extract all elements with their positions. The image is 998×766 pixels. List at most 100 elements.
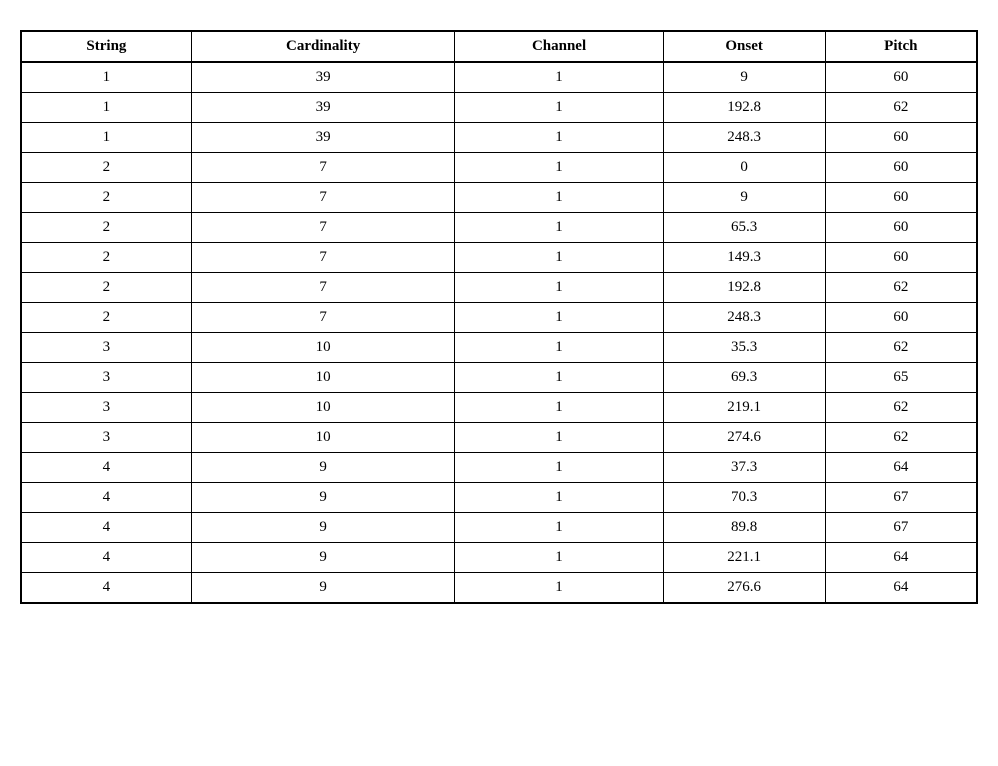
table-row: 3101219.162 [21, 393, 977, 423]
col-header-string: String [21, 31, 191, 62]
table-cell: 7 [191, 273, 455, 303]
table-cell: 3 [21, 333, 191, 363]
table-cell: 62 [825, 93, 977, 123]
table-cell: 1 [455, 153, 663, 183]
table-cell: 39 [191, 123, 455, 153]
table-cell: 10 [191, 393, 455, 423]
table-cell: 65 [825, 363, 977, 393]
table-cell: 9 [191, 483, 455, 513]
table-cell: 1 [455, 573, 663, 604]
table-cell: 4 [21, 543, 191, 573]
table-cell: 4 [21, 483, 191, 513]
table-cell: 1 [455, 333, 663, 363]
table-row: 271960 [21, 183, 977, 213]
table-cell: 4 [21, 513, 191, 543]
table-cell: 3 [21, 363, 191, 393]
table-cell: 9 [191, 453, 455, 483]
table-cell: 7 [191, 183, 455, 213]
table-cell: 64 [825, 573, 977, 604]
table-cell: 60 [825, 303, 977, 333]
col-header-onset: Onset [663, 31, 825, 62]
table-cell: 9 [191, 513, 455, 543]
table-cell: 1 [455, 543, 663, 573]
table-cell: 1 [455, 483, 663, 513]
table-cell: 9 [663, 62, 825, 93]
table-cell: 0 [663, 153, 825, 183]
col-header-cardinality: Cardinality [191, 31, 455, 62]
table-cell: 1 [455, 123, 663, 153]
table-row: 27165.360 [21, 213, 977, 243]
table-cell: 62 [825, 423, 977, 453]
table-cell: 9 [191, 573, 455, 604]
table-cell: 1 [455, 453, 663, 483]
table-row: 310169.365 [21, 363, 977, 393]
data-table: String Cardinality Channel Onset Pitch 1… [20, 30, 978, 604]
table-cell: 64 [825, 543, 977, 573]
table-cell: 1 [455, 213, 663, 243]
table-cell: 60 [825, 153, 977, 183]
table-cell: 60 [825, 183, 977, 213]
table-cell: 39 [191, 62, 455, 93]
col-header-pitch: Pitch [825, 31, 977, 62]
table-cell: 9 [191, 543, 455, 573]
table-cell: 192.8 [663, 273, 825, 303]
table-row: 271149.360 [21, 243, 977, 273]
table-cell: 192.8 [663, 93, 825, 123]
table-row: 271192.862 [21, 273, 977, 303]
table-cell: 248.3 [663, 123, 825, 153]
table-row: 1391960 [21, 62, 977, 93]
table-row: 271060 [21, 153, 977, 183]
table-cell: 274.6 [663, 423, 825, 453]
table-cell: 4 [21, 453, 191, 483]
table-row: 1391192.862 [21, 93, 977, 123]
table-cell: 2 [21, 213, 191, 243]
table-row: 49137.364 [21, 453, 977, 483]
table-cell: 7 [191, 213, 455, 243]
table-cell: 221.1 [663, 543, 825, 573]
table-cell: 67 [825, 513, 977, 543]
table-cell: 37.3 [663, 453, 825, 483]
table-cell: 60 [825, 243, 977, 273]
table-cell: 89.8 [663, 513, 825, 543]
table-cell: 60 [825, 123, 977, 153]
table-cell: 1 [455, 93, 663, 123]
table-cell: 62 [825, 393, 977, 423]
table-cell: 2 [21, 153, 191, 183]
table-cell: 1 [455, 243, 663, 273]
table-cell: 39 [191, 93, 455, 123]
table-cell: 10 [191, 423, 455, 453]
table-cell: 1 [455, 303, 663, 333]
table-row: 491276.664 [21, 573, 977, 604]
table-cell: 2 [21, 243, 191, 273]
table-cell: 4 [21, 573, 191, 604]
table-cell: 276.6 [663, 573, 825, 604]
table-row: 491221.164 [21, 543, 977, 573]
table-header-row: String Cardinality Channel Onset Pitch [21, 31, 977, 62]
table-row: 1391248.360 [21, 123, 977, 153]
table-cell: 248.3 [663, 303, 825, 333]
table-cell: 1 [455, 423, 663, 453]
table-cell: 62 [825, 273, 977, 303]
table-cell: 7 [191, 303, 455, 333]
table-cell: 60 [825, 213, 977, 243]
table-cell: 1 [21, 93, 191, 123]
table-cell: 1 [455, 183, 663, 213]
table-row: 3101274.662 [21, 423, 977, 453]
table-cell: 9 [663, 183, 825, 213]
table-cell: 1 [21, 62, 191, 93]
table-cell: 69.3 [663, 363, 825, 393]
table-cell: 2 [21, 273, 191, 303]
table-cell: 10 [191, 363, 455, 393]
col-header-channel: Channel [455, 31, 663, 62]
table-cell: 7 [191, 243, 455, 273]
table-cell: 62 [825, 333, 977, 363]
table-cell: 149.3 [663, 243, 825, 273]
table-cell: 1 [455, 513, 663, 543]
table-cell: 2 [21, 183, 191, 213]
table-cell: 3 [21, 423, 191, 453]
table-cell: 3 [21, 393, 191, 423]
table-cell: 1 [455, 273, 663, 303]
table-cell: 1 [21, 123, 191, 153]
table-row: 49170.367 [21, 483, 977, 513]
table-cell: 65.3 [663, 213, 825, 243]
